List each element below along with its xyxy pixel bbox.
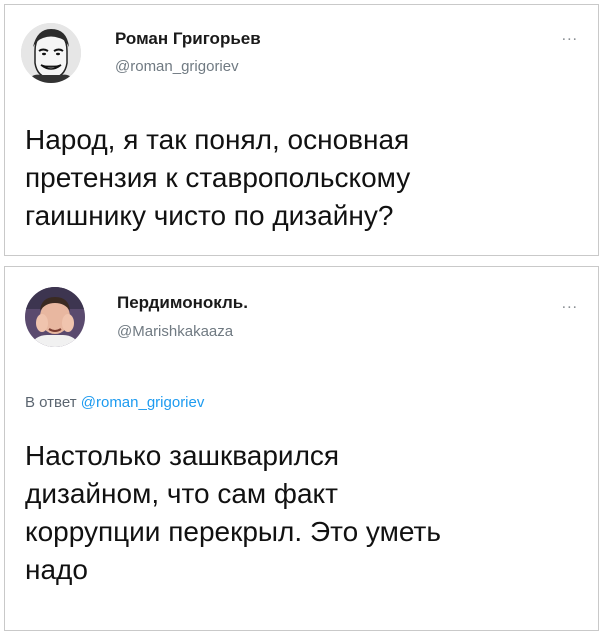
author-handle[interactable]: @roman_grigoriev [115,58,239,75]
more-options-icon[interactable]: ... [562,296,578,312]
tweet-text: Настолько зашкварился дизайном, что сам … [25,440,441,585]
tweet-card: Пердимонокль. @Marishkakaaza ... В ответ… [4,266,599,631]
author-name[interactable]: Пердимонокль. [117,293,248,313]
more-options-icon[interactable]: ... [562,28,578,44]
meme-face-avatar-icon [21,23,81,83]
avatar[interactable] [21,23,81,83]
author-name[interactable]: Роман Григорьев [115,29,261,49]
reply-context: В ответ @roman_grigoriev [25,394,204,411]
reply-prefix: В ответ [25,394,77,411]
reply-to-link[interactable]: @roman_grigoriev [81,394,205,411]
avatar[interactable] [25,287,85,347]
tweet-card: Роман Григорьев @roman_grigoriev ... Нар… [4,4,599,256]
author-handle[interactable]: @Marishkakaaza [117,323,233,340]
photo-avatar-icon [25,287,85,347]
tweet-text: Народ, я так понял, основная претензия к… [25,124,411,231]
